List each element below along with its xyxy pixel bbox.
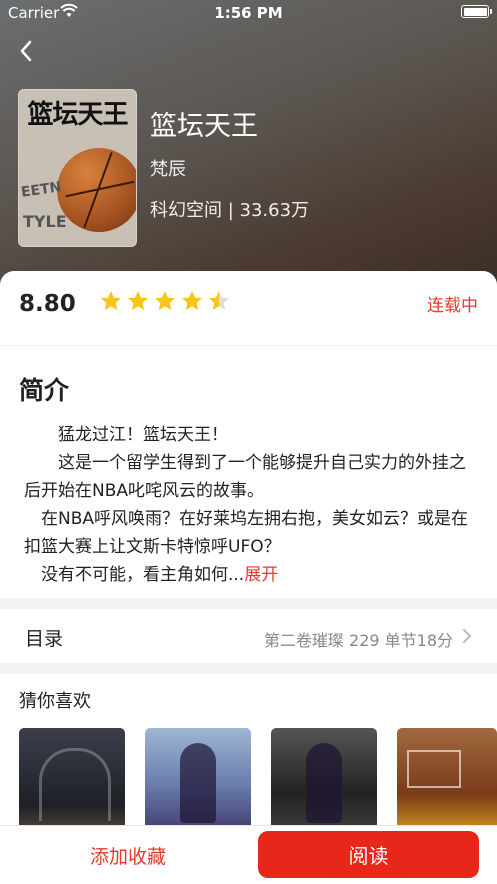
intro-title: 简介 bbox=[19, 376, 70, 405]
recommendations-title: 猜你喜欢 bbox=[19, 691, 91, 712]
recommended-book-cover[interactable] bbox=[19, 728, 125, 838]
recommended-book-cover[interactable] bbox=[145, 728, 251, 838]
recommended-book-cover[interactable] bbox=[271, 728, 377, 838]
intro-line: 在NBA呼风唤雨？在好莱坞左拥右抱，美女如云？或是在扣篮大赛上让文斯卡特惊呼UF… bbox=[24, 509, 469, 557]
toc-label: 目录 bbox=[25, 628, 64, 650]
cover-text: TYLE bbox=[23, 212, 67, 231]
add-to-favorites-button[interactable]: 添加收藏 bbox=[0, 826, 256, 884]
star-icon bbox=[182, 291, 202, 310]
book-cover: 篮坛天王 EETN TYLE bbox=[18, 89, 137, 247]
intro-line: 猛龙过江！篮坛天王！ bbox=[24, 425, 228, 445]
table-of-contents-row[interactable]: 目录 第二卷璀璨 229 单节18分 bbox=[0, 609, 497, 663]
cover-art bbox=[39, 748, 111, 821]
latest-chapter: 第二卷璀璨 229 单节18分 bbox=[263, 631, 453, 650]
intro-line-text: 没有不可能，看主角如何... bbox=[24, 565, 245, 585]
cover-art bbox=[306, 743, 342, 823]
divider bbox=[0, 345, 497, 346]
star-icon bbox=[101, 291, 121, 310]
rating-stars bbox=[99, 289, 231, 313]
intro-text: 猛龙过江！篮坛天王！ 这是一个留学生得到了一个能够提升自己实力的外挂之后开始在N… bbox=[24, 421, 474, 589]
clock: 1:56 PM bbox=[214, 4, 283, 22]
star-icon bbox=[155, 291, 175, 310]
intro-line: 没有不可能，看主角如何...展开 bbox=[24, 561, 474, 589]
book-title: 篮坛天王 bbox=[150, 111, 258, 142]
expand-link[interactable]: 展开 bbox=[244, 565, 278, 585]
half-star-icon bbox=[209, 291, 229, 310]
intro-line: 这是一个留学生得到了一个能够提升自己实力的外挂之后开始在NBA叱咤风云的故事。 bbox=[24, 453, 466, 501]
book-author: 梵辰 bbox=[150, 159, 186, 180]
book-category-wordcount: 科幻空间 | 33.63万 bbox=[150, 200, 310, 221]
chevron-right-icon bbox=[463, 629, 471, 643]
bottom-action-bar: 添加收藏 阅读 bbox=[0, 825, 497, 884]
cover-text: EETN bbox=[20, 179, 63, 201]
cover-art bbox=[407, 750, 461, 788]
status-bar: Carrier 1:56 PM bbox=[0, 0, 497, 26]
battery-icon bbox=[461, 5, 492, 18]
recommended-book-cover[interactable] bbox=[397, 728, 497, 838]
read-button[interactable]: 阅读 bbox=[258, 831, 479, 878]
rating-score: 8.80 bbox=[19, 291, 76, 317]
star-icon bbox=[128, 291, 148, 310]
serial-status: 连载中 bbox=[427, 296, 478, 316]
book-info-card: 8.80 连载中 简介 猛龙过江！篮坛天王！ 这是一个留学生得到了一个能够提升自… bbox=[0, 271, 497, 598]
cover-art bbox=[180, 743, 216, 823]
cover-title: 篮坛天王 bbox=[27, 100, 128, 130]
back-arrow-icon[interactable] bbox=[14, 36, 42, 66]
